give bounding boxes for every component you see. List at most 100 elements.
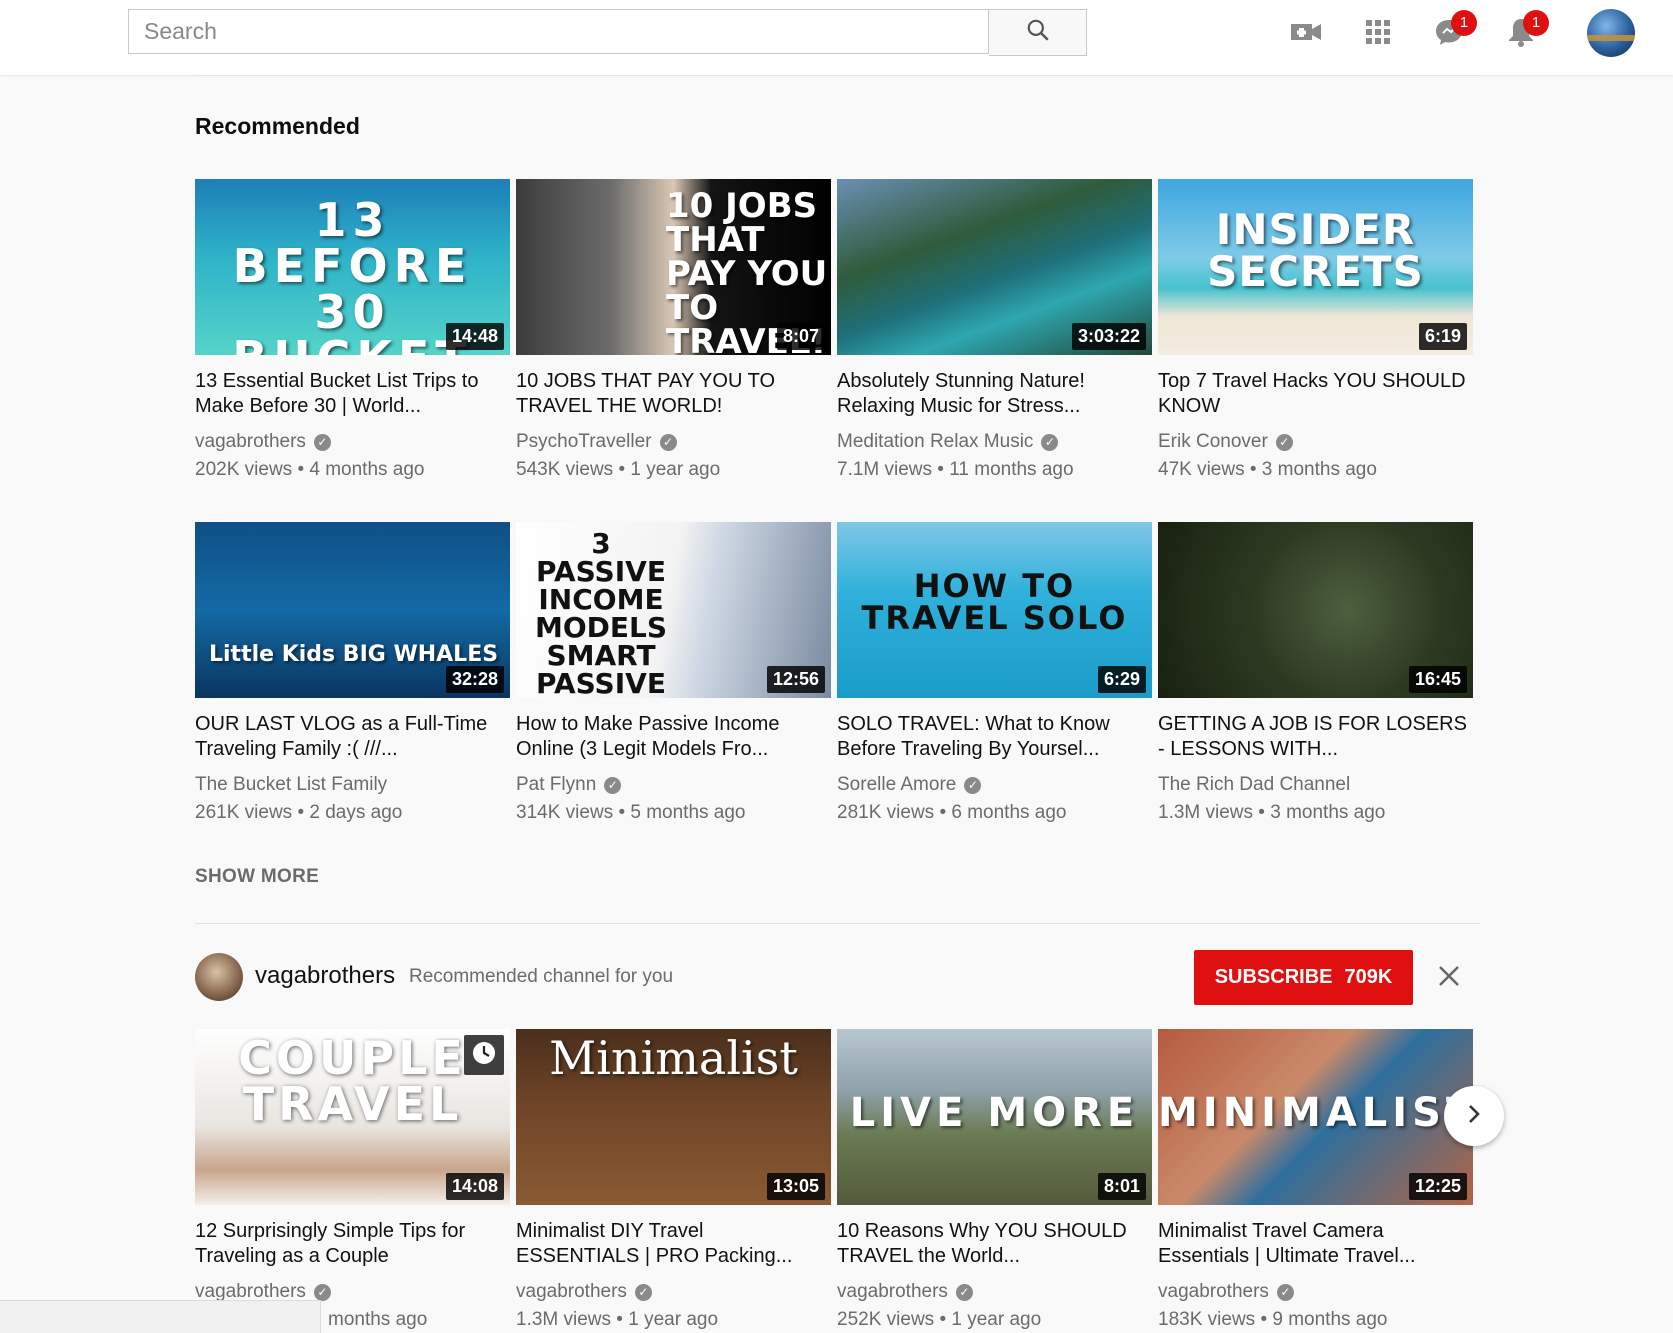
search-icon — [1025, 17, 1051, 48]
video-title[interactable]: Minimalist Travel Camera Essentials | Ul… — [1158, 1219, 1473, 1269]
channel-name[interactable]: vagabrothers — [516, 1281, 627, 1303]
video-card[interactable]: 10 JOBS THAT PAY YOU TO TRAVEL! 8:07 10 … — [516, 179, 831, 481]
search-input[interactable]: Search — [128, 9, 989, 54]
video-card[interactable]: 3 PASSIVE INCOME MODELS SMART PASSIVE IN… — [516, 522, 831, 824]
subscribe-button[interactable]: SUBSCRIBE 709K — [1194, 950, 1413, 1005]
status-overlay — [0, 1300, 321, 1333]
video-title[interactable]: 13 Essential Bucket List Trips to Make B… — [195, 369, 510, 419]
channel-name[interactable]: Meditation Relax Music — [837, 431, 1033, 453]
channel-name[interactable]: Sorelle Amore — [837, 774, 956, 796]
video-meta: 47K views • 3 months ago — [1158, 459, 1377, 480]
video-thumbnail[interactable]: 3 PASSIVE INCOME MODELS SMART PASSIVE IN… — [516, 522, 831, 698]
apps-grid-icon — [1365, 19, 1391, 50]
video-title[interactable]: How to Make Passive Income Online (3 Leg… — [516, 712, 831, 762]
divider — [195, 923, 1480, 924]
video-thumbnail[interactable]: 10 JOBS THAT PAY YOU TO TRAVEL! 8:07 — [516, 179, 831, 355]
account-avatar[interactable] — [1587, 9, 1635, 57]
video-card[interactable]: 16:45 GETTING A JOB IS FOR LOSERS - LESS… — [1158, 522, 1473, 824]
create-video-button[interactable] — [1284, 12, 1328, 56]
messages-badge: 1 — [1451, 10, 1477, 36]
duration-badge: 32:28 — [445, 666, 504, 693]
video-thumbnail[interactable]: 16:45 — [1158, 522, 1473, 698]
channel-name[interactable]: The Rich Dad Channel — [1158, 774, 1350, 796]
close-icon — [1438, 965, 1460, 992]
verified-icon: ✓ — [1041, 433, 1059, 451]
video-title[interactable]: Absolutely Stunning Nature! Relaxing Mus… — [837, 369, 1152, 419]
verified-icon: ✓ — [659, 433, 677, 451]
channel-name[interactable]: The Bucket List Family — [195, 774, 387, 796]
channel-name[interactable]: Erik Conover — [1158, 431, 1268, 453]
channel-title[interactable]: vagabrothers — [255, 962, 395, 990]
video-card[interactable]: HOW TO TRAVEL SOLO 6:29 SOLO TRAVEL: Wha… — [837, 522, 1152, 824]
verified-icon: ✓ — [634, 1283, 652, 1301]
video-thumbnail[interactable]: INSIDER SECRETS 6:19 — [1158, 179, 1473, 355]
video-card[interactable]: Little Kids BIG WHALES 32:28 OUR LAST VL… — [195, 522, 510, 824]
video-thumbnail[interactable]: Minimalist 13:05 — [516, 1029, 831, 1205]
notifications-badge: 1 — [1523, 10, 1549, 36]
video-title[interactable]: OUR LAST VLOG as a Full-Time Traveling F… — [195, 712, 510, 762]
thumbnail-text: INSIDER SECRETS — [1207, 205, 1424, 296]
video-card[interactable]: 13 BEFORE 30 BUCKET LIST TRIPS 14:48 13 … — [195, 179, 510, 481]
thumbnail-text: LIVE MORE — [849, 1090, 1140, 1136]
video-meta: 543K views • 1 year ago — [516, 459, 721, 480]
video-meta: 7.1M views • 11 months ago — [837, 459, 1074, 480]
video-meta: 1.3M views • 3 months ago — [1158, 802, 1386, 823]
channel-name[interactable]: vagabrothers — [1158, 1281, 1269, 1303]
divider — [195, 75, 1480, 76]
thumbnail-text: Minimalist — [549, 1031, 798, 1085]
channel-name[interactable]: Pat Flynn — [516, 774, 596, 796]
search-button[interactable] — [989, 9, 1087, 56]
duration-badge: 16:45 — [1408, 666, 1467, 693]
verified-icon: ✓ — [313, 433, 331, 451]
duration-badge: 6:19 — [1418, 323, 1467, 350]
verified-icon: ✓ — [1275, 433, 1293, 451]
video-card[interactable]: LIVE MORE 8:01 10 Reasons Why YOU SHOULD… — [837, 1029, 1152, 1331]
create-video-icon — [1289, 19, 1323, 50]
thumbnail-text: Little Kids BIG WHALES — [209, 642, 499, 667]
messages-button[interactable]: 1 — [1427, 10, 1477, 56]
channel-name[interactable]: PsychoTraveller — [516, 431, 652, 453]
section-title-recommended: Recommended — [195, 113, 360, 139]
notifications-button[interactable]: 1 — [1499, 10, 1549, 56]
video-card[interactable]: COUPLE TRAVEL 14:08 12 Surprisingly Simp… — [195, 1029, 510, 1331]
video-title[interactable]: 10 JOBS THAT PAY YOU TO TRAVEL THE WORLD… — [516, 369, 831, 419]
video-meta: 281K views • 6 months ago — [837, 802, 1067, 823]
video-card[interactable]: 3:03:22 Absolutely Stunning Nature! Rela… — [837, 179, 1152, 481]
video-card[interactable]: MINIMALIST 12:25 Minimalist Travel Camer… — [1158, 1029, 1473, 1331]
apps-button[interactable] — [1356, 12, 1400, 56]
video-meta: 1.3M views • 1 year ago — [516, 1309, 719, 1330]
thumbnail-text: 3 PASSIVE INCOME MODELS SMART PASSIVE IN… — [534, 527, 668, 699]
shelf-next-button[interactable] — [1444, 1086, 1504, 1146]
verified-icon: ✓ — [964, 776, 982, 794]
video-thumbnail[interactable]: 13 BEFORE 30 BUCKET LIST TRIPS 14:48 — [195, 179, 510, 355]
video-thumbnail[interactable]: LIVE MORE 8:01 — [837, 1029, 1152, 1205]
chevron-right-icon — [1464, 1102, 1484, 1131]
channel-name[interactable]: vagabrothers — [837, 1281, 948, 1303]
video-meta: 314K views • 5 months ago — [516, 802, 746, 823]
subscribe-label: SUBSCRIBE — [1214, 966, 1333, 988]
video-title[interactable]: GETTING A JOB IS FOR LOSERS - LESSONS WI… — [1158, 712, 1473, 762]
video-title[interactable]: 12 Surprisingly Simple Tips for Travelin… — [195, 1219, 510, 1269]
dismiss-button[interactable] — [1432, 961, 1466, 995]
video-thumbnail[interactable]: MINIMALIST 12:25 — [1158, 1029, 1473, 1205]
verified-icon: ✓ — [604, 776, 622, 794]
channel-subtitle: Recommended channel for you — [409, 966, 674, 987]
video-thumbnail[interactable]: HOW TO TRAVEL SOLO 6:29 — [837, 522, 1152, 698]
channel-avatar[interactable] — [195, 953, 243, 1001]
video-card[interactable]: Minimalist 13:05 Minimalist DIY Travel E… — [516, 1029, 831, 1331]
duration-badge: 8:07 — [776, 323, 825, 350]
video-thumbnail[interactable]: COUPLE TRAVEL 14:08 — [195, 1029, 510, 1205]
channel-name[interactable]: vagabrothers — [195, 431, 306, 453]
video-meta: 252K views • 1 year ago — [837, 1309, 1042, 1330]
duration-badge: 14:48 — [445, 323, 504, 350]
thumbnail-text: COUPLE TRAVEL — [238, 1031, 467, 1131]
show-more-button[interactable]: SHOW MORE — [195, 866, 319, 888]
video-thumbnail[interactable]: Little Kids BIG WHALES 32:28 — [195, 522, 510, 698]
video-card[interactable]: INSIDER SECRETS 6:19 Top 7 Travel Hacks … — [1158, 179, 1473, 481]
video-title[interactable]: 10 Reasons Why YOU SHOULD TRAVEL the Wor… — [837, 1219, 1152, 1269]
video-thumbnail[interactable]: 3:03:22 — [837, 179, 1152, 355]
watch-later-button[interactable] — [464, 1035, 504, 1075]
video-title[interactable]: Minimalist DIY Travel ESSENTIALS | PRO P… — [516, 1219, 831, 1269]
video-title[interactable]: SOLO TRAVEL: What to Know Before Traveli… — [837, 712, 1152, 762]
video-title[interactable]: Top 7 Travel Hacks YOU SHOULD KNOW — [1158, 369, 1473, 419]
